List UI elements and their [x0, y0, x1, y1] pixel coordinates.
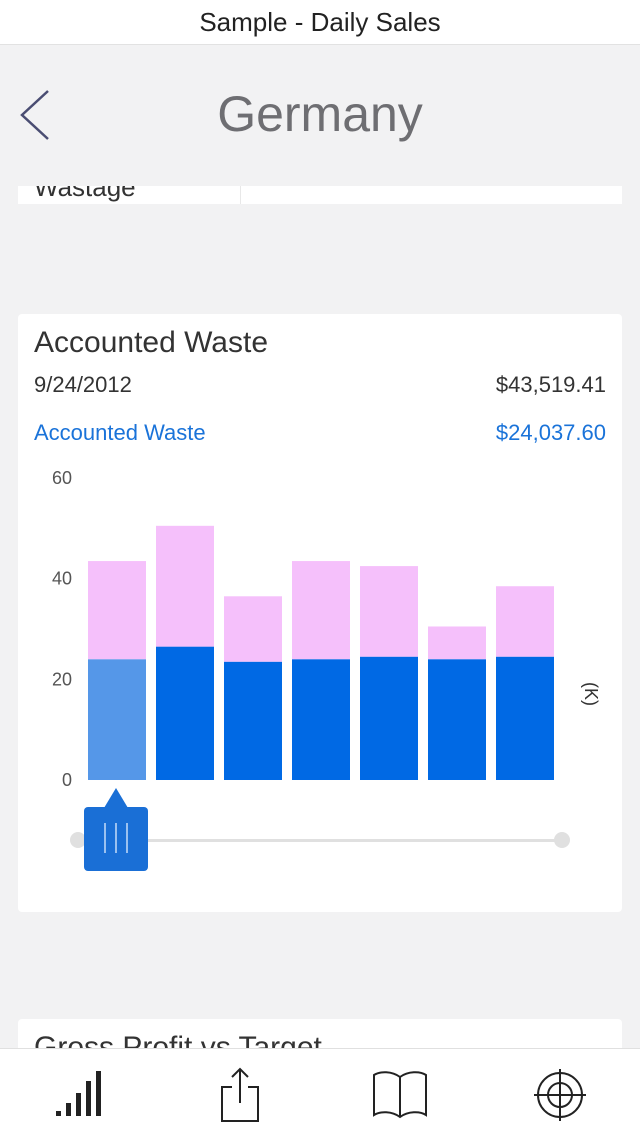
- tab-target[interactable]: [532, 1067, 588, 1123]
- bar-accounted-waste[interactable]: [292, 659, 350, 780]
- slider-track-end: [554, 832, 570, 848]
- bar-secondary[interactable]: [360, 566, 418, 657]
- signal-bars-icon: [56, 1071, 101, 1116]
- slider-handle[interactable]: [84, 807, 148, 871]
- share-icon: [221, 1067, 259, 1122]
- grip-line: [104, 823, 106, 853]
- tab-dashboard[interactable]: [52, 1067, 108, 1123]
- bar-secondary[interactable]: [88, 561, 146, 660]
- page-title: Germany: [217, 86, 423, 142]
- target-icon: [534, 1069, 586, 1121]
- nav-bar: Germany: [0, 45, 640, 186]
- bar-secondary[interactable]: [156, 525, 214, 647]
- grip-line: [126, 823, 128, 853]
- bar-chart: 60 40 20 0 (K): [52, 468, 601, 790]
- bar-secondary[interactable]: [292, 561, 350, 660]
- tab-share[interactable]: [212, 1067, 268, 1123]
- slider-pointer: [104, 788, 128, 808]
- app-title: Sample - Daily Sales: [199, 6, 441, 37]
- bar-accounted-waste[interactable]: [156, 646, 214, 780]
- previous-row: Wastage: [18, 186, 622, 204]
- unit-label: (K): [581, 682, 601, 706]
- y-tick-label: 60: [52, 468, 72, 488]
- row-divider: [240, 186, 241, 204]
- previous-row-label: Wastage: [34, 186, 136, 202]
- bar-accounted-waste[interactable]: [88, 659, 146, 780]
- bar-accounted-waste[interactable]: [496, 656, 554, 780]
- y-tick-label: 40: [52, 569, 72, 589]
- grip-line: [115, 823, 117, 853]
- bar-accounted-waste[interactable]: [224, 661, 282, 780]
- bar-secondary[interactable]: [428, 626, 486, 660]
- status-bar: Sample - Daily Sales: [0, 0, 640, 45]
- book-icon: [373, 1071, 427, 1119]
- tab-bar: [0, 1048, 640, 1137]
- accounted-waste-card: Accounted Waste 9/24/2012 $43,519.41 Acc…: [18, 314, 622, 912]
- bar-accounted-waste[interactable]: [360, 656, 418, 780]
- bar-accounted-waste[interactable]: [428, 659, 486, 780]
- y-tick-label: 20: [52, 669, 72, 689]
- y-tick-label: 0: [62, 770, 72, 790]
- bar-secondary[interactable]: [496, 586, 554, 657]
- bar-secondary[interactable]: [224, 596, 282, 662]
- slider-track[interactable]: [78, 839, 566, 842]
- tab-library[interactable]: [372, 1067, 428, 1123]
